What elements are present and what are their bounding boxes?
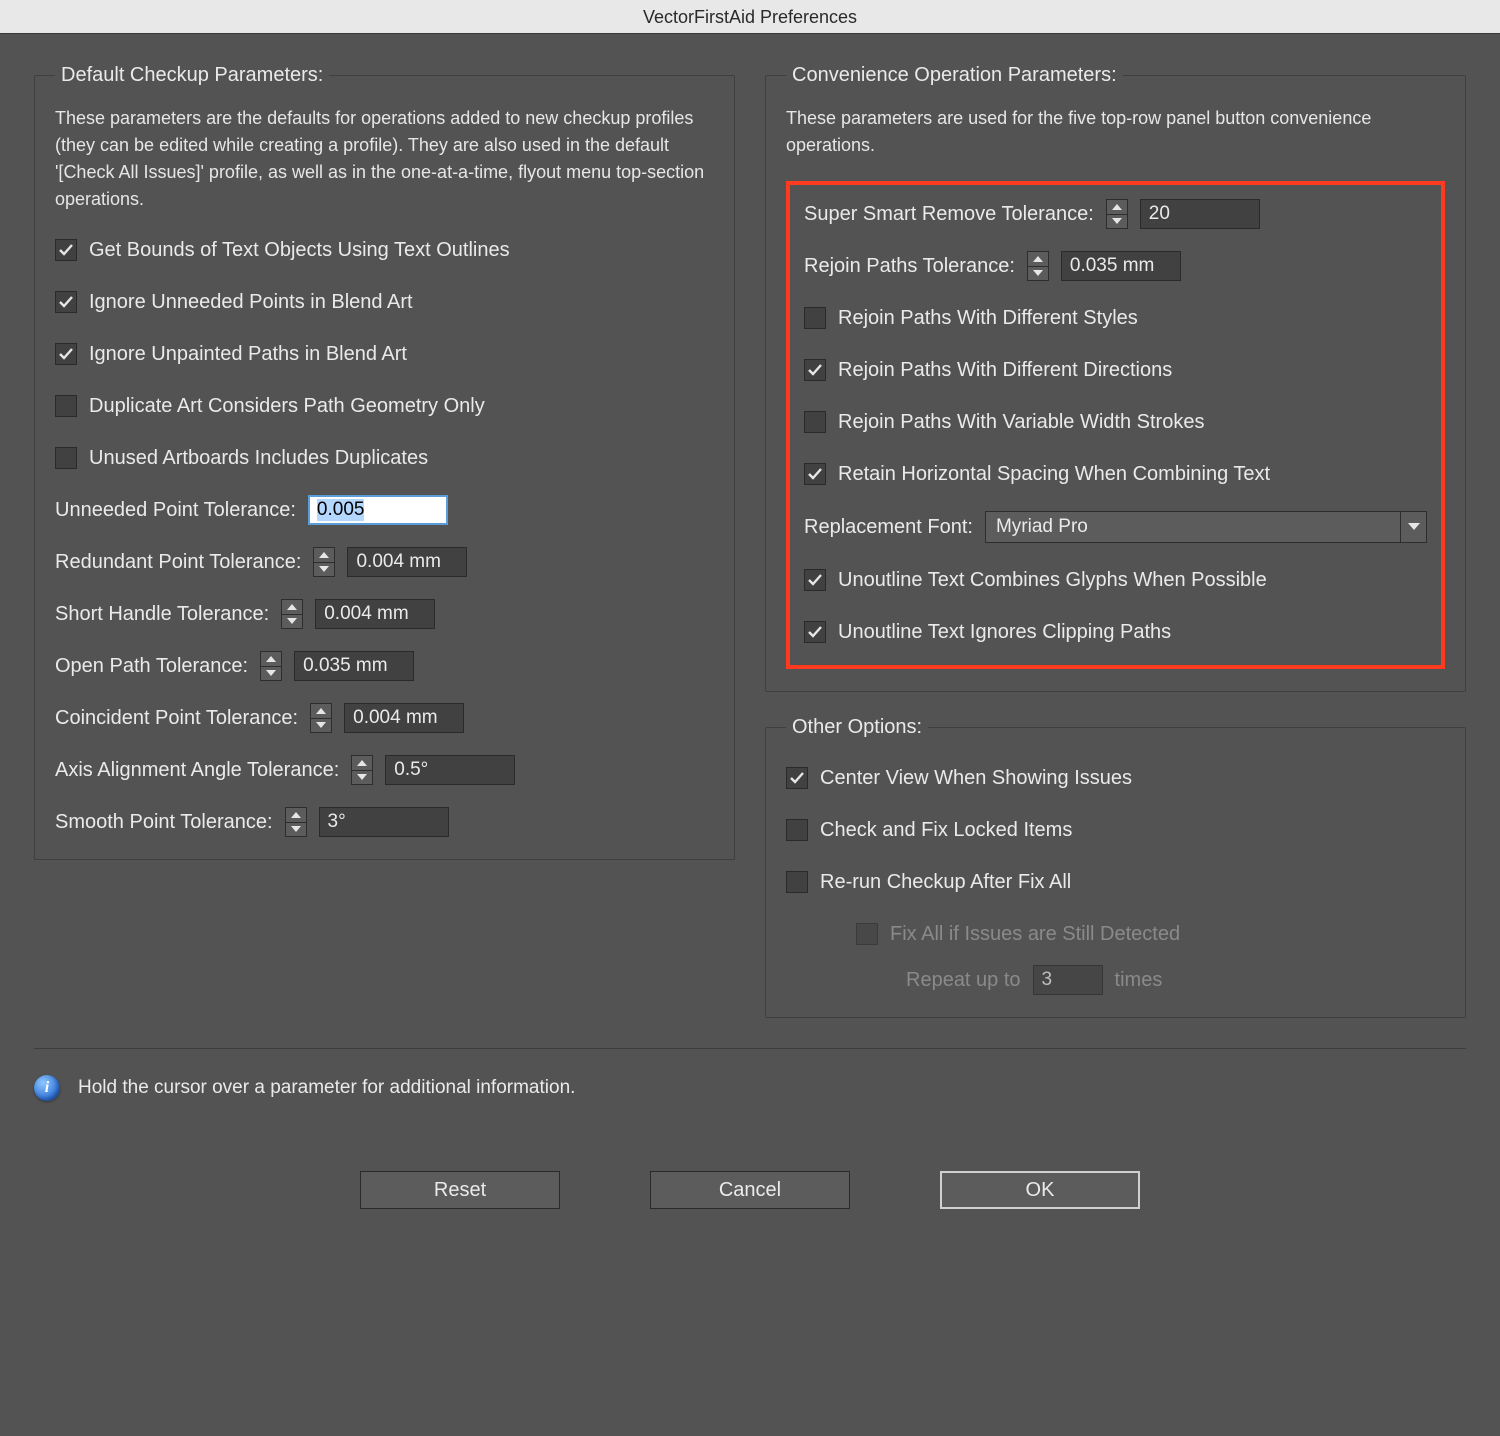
stepper-down-icon[interactable] (285, 823, 307, 838)
checkbox-diff-dirs[interactable] (804, 359, 826, 381)
stepper-rejoin-tol[interactable] (1027, 251, 1049, 281)
select-value: Myriad Pro (986, 516, 1400, 538)
checkbox-fixall (856, 923, 878, 945)
chevron-down-icon[interactable] (1400, 512, 1426, 542)
input-unneeded-tol[interactable]: 0.005 (308, 495, 448, 525)
stepper-coincident-tol[interactable] (310, 703, 332, 733)
stepper-down-icon[interactable] (260, 667, 282, 682)
label-dup-geometry: Duplicate Art Considers Path Geometry On… (89, 395, 485, 418)
checkbox-ignore-unpainted[interactable] (55, 343, 77, 365)
convenience-fieldset: Convenience Operation Parameters: These … (765, 64, 1466, 692)
label-ignore-unpainted: Ignore Unpainted Paths in Blend Art (89, 343, 407, 366)
input-axis-tol[interactable]: 0.5° (385, 755, 515, 785)
label-repeat: Repeat up to (906, 969, 1021, 992)
checkbox-rerun[interactable] (786, 871, 808, 893)
stepper-up-icon[interactable] (260, 651, 282, 667)
checkbox-unoutline-clip[interactable] (804, 621, 826, 643)
stepper-openpath-tol[interactable] (260, 651, 282, 681)
label-shorthandle-tol: Short Handle Tolerance: (55, 603, 269, 626)
label-smooth-tol: Smooth Point Tolerance: (55, 811, 273, 834)
label-rerun: Re-run Checkup After Fix All (820, 871, 1071, 894)
checkbox-center-view[interactable] (786, 767, 808, 789)
checkbox-bounds-text[interactable] (55, 239, 77, 261)
stepper-down-icon[interactable] (351, 771, 373, 786)
stepper-down-icon[interactable] (1106, 215, 1128, 230)
label-ignore-points: Ignore Unneeded Points in Blend Art (89, 291, 413, 314)
other-options-legend: Other Options: (786, 716, 928, 739)
checkbox-ignore-points[interactable] (55, 291, 77, 313)
label-unneeded-tol: Unneeded Point Tolerance: (55, 499, 296, 522)
stepper-shorthandle-tol[interactable] (281, 599, 303, 629)
label-center-view: Center View When Showing Issues (820, 767, 1132, 790)
checkbox-unused-artboards[interactable] (55, 447, 77, 469)
stepper-ssr-tol[interactable] (1106, 199, 1128, 229)
label-unused-artboards: Unused Artboards Includes Duplicates (89, 447, 428, 470)
label-rejoin-tol: Rejoin Paths Tolerance: (804, 255, 1015, 278)
label-ssr-tol: Super Smart Remove Tolerance: (804, 203, 1094, 226)
convenience-desc: These parameters are used for the five t… (786, 105, 1445, 159)
stepper-down-icon[interactable] (1027, 267, 1049, 282)
checkbox-unoutline-combine[interactable] (804, 569, 826, 591)
stepper-redundant-tol[interactable] (313, 547, 335, 577)
checkbox-retain-spacing[interactable] (804, 463, 826, 485)
input-coincident-tol[interactable]: 0.004 mm (344, 703, 464, 733)
label-replacement-font: Replacement Font: (804, 516, 973, 539)
input-ssr-tol[interactable]: 20 (1140, 199, 1260, 229)
window-title: VectorFirstAid Preferences (0, 0, 1500, 34)
other-options-fieldset: Other Options: Center View When Showing … (765, 716, 1466, 1018)
checkbox-locked-items[interactable] (786, 819, 808, 841)
stepper-up-icon[interactable] (1027, 251, 1049, 267)
label-coincident-tol: Coincident Point Tolerance: (55, 707, 298, 730)
default-checkup-fieldset: Default Checkup Parameters: These parame… (34, 64, 735, 860)
label-bounds-text: Get Bounds of Text Objects Using Text Ou… (89, 239, 510, 262)
stepper-down-icon[interactable] (281, 615, 303, 630)
input-repeat-times: 3 (1033, 965, 1103, 995)
stepper-axis-tol[interactable] (351, 755, 373, 785)
label-unoutline-clip: Unoutline Text Ignores Clipping Paths (838, 621, 1171, 644)
checkbox-dup-geometry[interactable] (55, 395, 77, 417)
cancel-button[interactable]: Cancel (650, 1171, 850, 1209)
ok-button[interactable]: OK (940, 1171, 1140, 1209)
label-diff-styles: Rejoin Paths With Different Styles (838, 307, 1138, 330)
default-checkup-legend: Default Checkup Parameters: (55, 64, 329, 87)
stepper-down-icon[interactable] (313, 563, 335, 578)
stepper-up-icon[interactable] (281, 599, 303, 615)
label-fixall: Fix All if Issues are Still Detected (890, 923, 1180, 946)
checkbox-diff-styles[interactable] (804, 307, 826, 329)
label-repeat-suffix: times (1115, 969, 1163, 992)
input-smooth-tol[interactable]: 3° (319, 807, 449, 837)
convenience-legend: Convenience Operation Parameters: (786, 64, 1123, 87)
label-redundant-tol: Redundant Point Tolerance: (55, 551, 301, 574)
info-icon: i (34, 1075, 60, 1101)
label-diff-dirs: Rejoin Paths With Different Directions (838, 359, 1172, 382)
label-openpath-tol: Open Path Tolerance: (55, 655, 248, 678)
stepper-up-icon[interactable] (1106, 199, 1128, 215)
info-text: Hold the cursor over a parameter for add… (78, 1077, 575, 1099)
stepper-up-icon[interactable] (310, 703, 332, 719)
input-redundant-tol[interactable]: 0.004 mm (347, 547, 467, 577)
stepper-up-icon[interactable] (313, 547, 335, 563)
label-retain-spacing: Retain Horizontal Spacing When Combining… (838, 463, 1270, 486)
stepper-down-icon[interactable] (310, 719, 332, 734)
label-unoutline-combine: Unoutline Text Combines Glyphs When Poss… (838, 569, 1267, 592)
highlight-box: Super Smart Remove Tolerance: 20 Rejoin … (786, 181, 1445, 669)
select-replacement-font[interactable]: Myriad Pro (985, 511, 1427, 543)
input-rejoin-tol[interactable]: 0.035 mm (1061, 251, 1181, 281)
input-shorthandle-tol[interactable]: 0.004 mm (315, 599, 435, 629)
stepper-up-icon[interactable] (285, 807, 307, 823)
input-openpath-tol[interactable]: 0.035 mm (294, 651, 414, 681)
reset-button[interactable]: Reset (360, 1171, 560, 1209)
label-var-width: Rejoin Paths With Variable Width Strokes (838, 411, 1204, 434)
stepper-smooth-tol[interactable] (285, 807, 307, 837)
checkbox-var-width[interactable] (804, 411, 826, 433)
stepper-up-icon[interactable] (351, 755, 373, 771)
default-checkup-desc: These parameters are the defaults for op… (55, 105, 714, 213)
label-locked-items: Check and Fix Locked Items (820, 819, 1072, 842)
label-axis-tol: Axis Alignment Angle Tolerance: (55, 759, 339, 782)
